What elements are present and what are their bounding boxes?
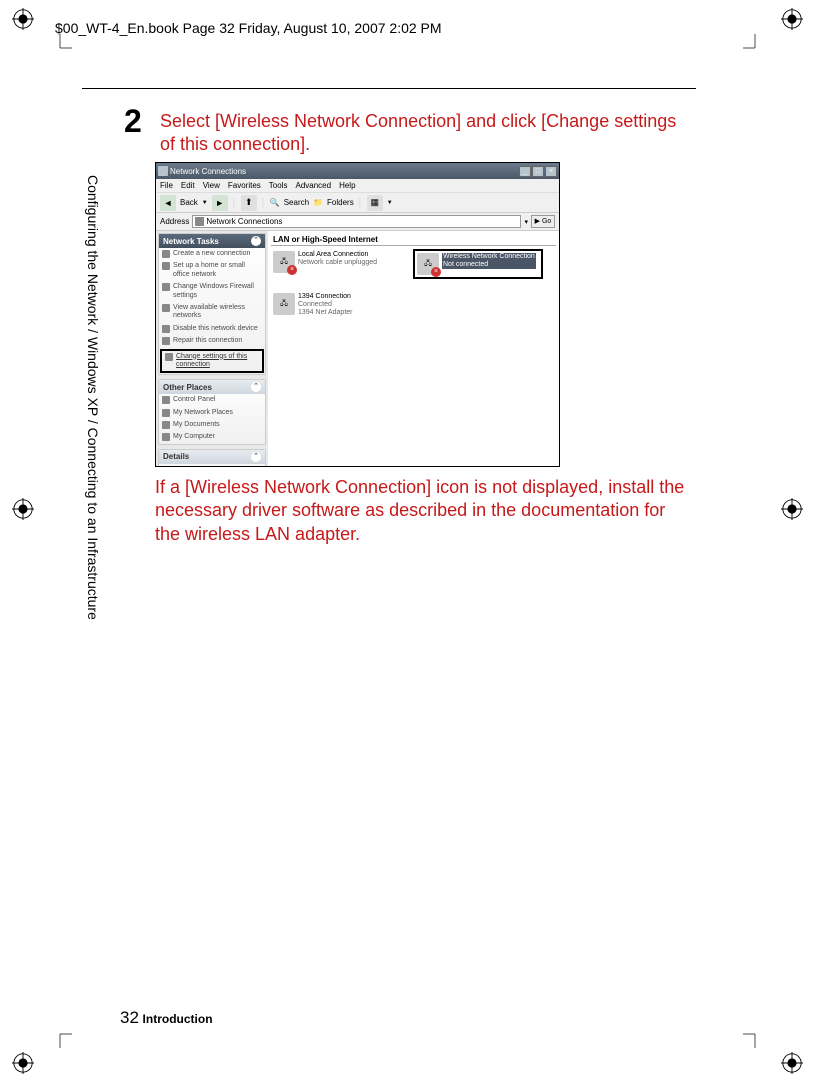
step-instruction: Select [Wireless Network Connection] and… [160, 110, 680, 157]
address-icon [195, 217, 204, 226]
section-lan: LAN or High-Speed Internet [271, 234, 556, 246]
other-places-panel: Other Places ⌃ Control Panel My Network … [158, 379, 266, 445]
connection-1394[interactable]: 🖧 1394 Connection Connected 1394 Net Ada… [271, 291, 401, 319]
collapse-icon[interactable]: ⌃ [251, 382, 261, 392]
folders-label: Folders [327, 198, 354, 207]
maximize-button[interactable]: □ [532, 166, 544, 177]
print-header: $00_WT-4_En.book Page 32 Friday, August … [55, 20, 442, 36]
connection-name: Local Area Connection [298, 251, 377, 259]
page-footer: 32 Introduction [120, 1008, 213, 1028]
menu-help[interactable]: Help [339, 181, 355, 190]
firewire-icon: 🖧 [273, 293, 295, 315]
place-my-documents[interactable]: My Documents [159, 419, 265, 431]
connection-name: Wireless Network Connection [442, 253, 536, 261]
task-create-connection[interactable]: Create a new connection [159, 248, 265, 260]
section-path: Configuring the Network / Windows XP / C… [85, 175, 101, 655]
lan-icon: 🖧× [273, 251, 295, 273]
registration-mark-icon [781, 498, 803, 520]
collapse-icon[interactable]: ⌃ [251, 452, 261, 462]
up-button[interactable]: ⬆ [241, 195, 257, 211]
network-tasks-header[interactable]: Network Tasks ⌃ [159, 234, 265, 248]
place-control-panel[interactable]: Control Panel [159, 394, 265, 406]
x-icon: × [431, 267, 441, 277]
step-note: If a [Wireless Network Connection] icon … [155, 476, 685, 546]
back-label: Back [180, 198, 198, 207]
folders-icon[interactable]: 📁 [313, 198, 323, 207]
crop-mark-icon [42, 34, 72, 64]
menu-edit[interactable]: Edit [181, 181, 195, 190]
task-view-wireless[interactable]: View available wireless networks [159, 302, 265, 323]
task-setup-network[interactable]: Set up a home or small office network [159, 260, 265, 281]
step-number: 2 [124, 103, 142, 140]
connection-wireless[interactable]: 🖧× Wireless Network Connection Not conne… [413, 249, 543, 279]
toolbar: ◄ Back ▼ ► │ ⬆ │ 🔍 Search 📁 Folders │ ▦ … [156, 193, 559, 213]
place-my-computer[interactable]: My Computer [159, 431, 265, 443]
address-field[interactable]: Network Connections [192, 215, 521, 228]
tasks-sidebar: Network Tasks ⌃ Create a new connection … [156, 231, 268, 467]
go-button[interactable]: ▶ Go [531, 215, 555, 228]
network-tasks-panel: Network Tasks ⌃ Create a new connection … [158, 233, 266, 375]
footer-section-label: Introduction [143, 1012, 213, 1026]
crop-mark-icon [42, 1018, 72, 1048]
connection-status: Network cable unplugged [298, 259, 377, 267]
views-button[interactable]: ▦ [367, 195, 383, 211]
details-sub: Wireless Network [159, 464, 265, 467]
forward-button[interactable]: ► [212, 195, 228, 211]
registration-mark-icon [781, 8, 803, 30]
window-title: Network Connections [170, 167, 246, 176]
connection-status: Connected [298, 301, 353, 309]
menu-advanced[interactable]: Advanced [295, 181, 331, 190]
crop-mark-icon [743, 34, 773, 64]
search-label: Search [284, 198, 309, 207]
minimize-button[interactable]: _ [519, 166, 531, 177]
task-firewall[interactable]: Change Windows Firewall settings [159, 281, 265, 302]
wireless-icon: 🖧× [417, 253, 439, 275]
page-number: 32 [120, 1008, 139, 1027]
details-panel: Details ⌃ Wireless Network [158, 449, 266, 467]
registration-mark-icon [12, 498, 34, 520]
address-dropdown-icon[interactable]: ▾ [524, 218, 528, 226]
registration-mark-icon [781, 1052, 803, 1074]
other-places-header[interactable]: Other Places ⌃ [159, 380, 265, 394]
collapse-icon[interactable]: ⌃ [251, 236, 261, 246]
content-rule [82, 88, 696, 89]
network-connections-screenshot: Network Connections _ □ × File Edit View… [155, 162, 560, 467]
connection-adapter: 1394 Net Adapter [298, 309, 353, 317]
connection-name: 1394 Connection [298, 293, 353, 301]
back-button[interactable]: ◄ [160, 195, 176, 211]
views-dropdown-icon[interactable]: ▼ [387, 200, 393, 206]
menu-file[interactable]: File [160, 181, 173, 190]
window-titlebar: Network Connections _ □ × [156, 163, 559, 179]
x-icon: × [287, 265, 297, 275]
address-label: Address [160, 217, 189, 226]
menu-view[interactable]: View [203, 181, 220, 190]
registration-mark-icon [12, 1052, 34, 1074]
address-bar: Address Network Connections ▾ ▶ Go [156, 213, 559, 231]
search-icon[interactable]: 🔍 [270, 198, 280, 207]
details-header[interactable]: Details ⌃ [159, 450, 265, 464]
connection-status: Not connected [442, 261, 536, 269]
window-icon [158, 166, 168, 176]
address-value: Network Connections [206, 217, 282, 226]
task-repair[interactable]: Repair this connection [159, 335, 265, 347]
registration-mark-icon [12, 8, 34, 30]
task-disable-device[interactable]: Disable this network device [159, 323, 265, 335]
connection-lan[interactable]: 🖧× Local Area Connection Network cable u… [271, 249, 401, 279]
place-network-places[interactable]: My Network Places [159, 407, 265, 419]
crop-mark-icon [743, 1018, 773, 1048]
menu-tools[interactable]: Tools [269, 181, 288, 190]
back-dropdown-icon[interactable]: ▼ [202, 200, 208, 206]
menu-favorites[interactable]: Favorites [228, 181, 261, 190]
connections-pane: LAN or High-Speed Internet 🖧× Local Area… [268, 231, 559, 467]
menu-bar: File Edit View Favorites Tools Advanced … [156, 179, 559, 193]
task-change-settings[interactable]: Change settings of this connection [160, 349, 264, 374]
close-button[interactable]: × [545, 166, 557, 177]
